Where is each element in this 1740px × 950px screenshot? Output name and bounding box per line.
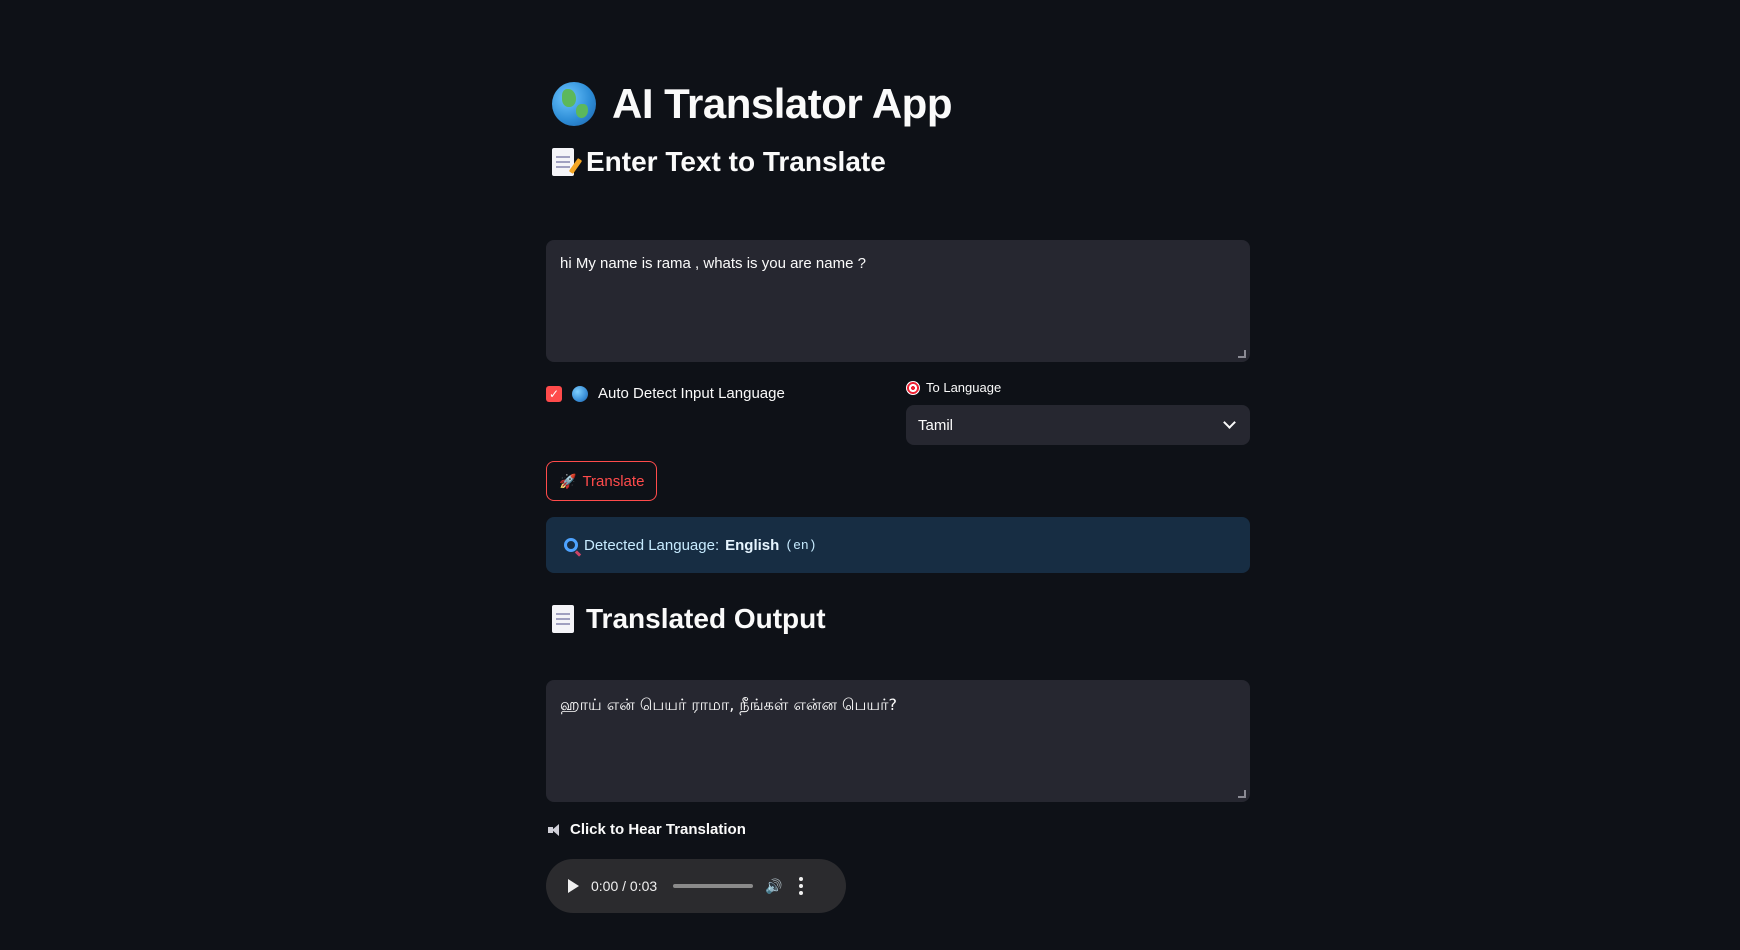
chevron-down-icon [1223, 416, 1236, 429]
auto-detect-checkbox[interactable]: ✓ [546, 385, 562, 402]
play-icon[interactable] [568, 879, 579, 893]
globe-meridians-icon [572, 385, 588, 402]
audio-label: Click to Hear Translation [548, 821, 746, 838]
resize-handle-icon[interactable] [1238, 790, 1246, 798]
volume-icon[interactable]: 🔊 [765, 878, 782, 895]
speaker-icon [548, 823, 564, 837]
target-icon [906, 380, 920, 395]
detected-language-code: (en) [785, 537, 817, 553]
input-heading-text: Enter Text to Translate [586, 146, 886, 177]
source-text-value: hi My name is rama , whats is you are na… [560, 255, 866, 272]
page-title: AI Translator App [552, 80, 953, 128]
rocket-icon: 🚀 [559, 472, 577, 489]
globe-icon [552, 82, 596, 126]
memo-icon [552, 148, 583, 176]
auto-detect-option[interactable]: ✓ Auto Detect Input Language [546, 385, 785, 402]
auto-detect-label: Auto Detect Input Language [598, 385, 785, 402]
translate-button-label: Translate [582, 472, 645, 490]
page-icon [552, 605, 574, 633]
output-heading-text: Translated Output [586, 603, 826, 634]
page-title-text: AI Translator App [612, 80, 953, 127]
input-section-heading: Enter Text to Translate [552, 146, 886, 178]
more-options-icon[interactable] [798, 877, 803, 895]
translated-text-value: ஹாய் என் பெயர் ராமா, நீங்கள் என்ன பெயர்? [560, 695, 897, 714]
to-language-label: To Language [906, 380, 1001, 395]
to-language-select[interactable]: Tamil [906, 405, 1250, 445]
audio-label-text: Click to Hear Translation [570, 821, 746, 838]
audio-player[interactable]: 0:00 / 0:03 🔊 [546, 859, 846, 913]
translate-button[interactable]: 🚀 Translate [546, 461, 658, 501]
detected-prefix: Detected Language: [584, 536, 720, 554]
main-content: AI Translator App Enter Text to Translat… [546, 0, 1250, 950]
audio-seek-bar[interactable] [673, 884, 754, 888]
audio-time: 0:00 / 0:03 [591, 878, 658, 894]
source-text-input[interactable]: hi My name is rama , whats is you are na… [546, 240, 1250, 362]
resize-handle-icon[interactable] [1238, 350, 1246, 358]
output-section-heading: Translated Output [552, 603, 826, 635]
to-language-label-text: To Language [926, 380, 1002, 395]
detected-language-name: English [725, 536, 780, 554]
to-language-value: Tamil [918, 416, 954, 434]
magnifier-icon [564, 538, 578, 552]
translated-text-output[interactable]: ஹாய் என் பெயர் ராமா, நீங்கள் என்ன பெயர்? [546, 680, 1250, 802]
detected-language-info: Detected Language: English (en) [546, 517, 1250, 573]
